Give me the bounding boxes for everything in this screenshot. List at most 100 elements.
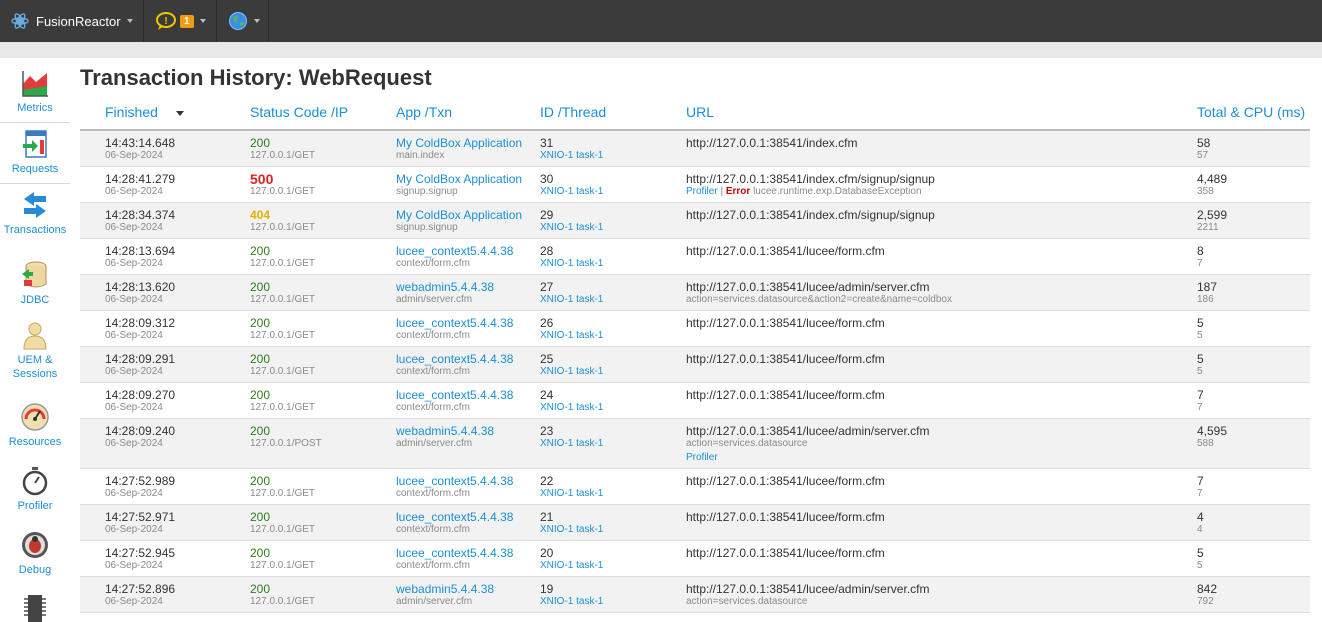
total-ms: 4,595 <box>1197 424 1228 438</box>
error-label[interactable]: Error <box>726 186 750 197</box>
column-header-status[interactable]: Status Code /IP <box>250 104 348 120</box>
cpu-ms: 7 <box>1197 488 1203 499</box>
thread-link[interactable]: XNIO-1 task-1 <box>540 330 603 342</box>
thread-link[interactable]: XNIO-1 task-1 <box>540 402 603 414</box>
app-link[interactable]: lucee_context5.4.4.38 <box>396 353 513 366</box>
thread-link[interactable]: XNIO-1 task-1 <box>540 186 603 198</box>
app-link[interactable]: lucee_context5.4.4.38 <box>396 317 513 330</box>
table-row[interactable]: 14:28:09.270 06-Sep-2024 200 127.0.0.1/GET l… <box>80 383 1310 419</box>
id-cell: 24 XNIO-1 task-1 <box>540 389 603 414</box>
column-header-url[interactable]: URL <box>686 104 714 120</box>
app-link[interactable]: My ColdBox Application <box>396 137 522 150</box>
finished-cell: 14:28:09.291 06-Sep-2024 <box>105 353 175 378</box>
app-link[interactable]: lucee_context5.4.4.38 <box>396 389 513 402</box>
sidebar-item-jdbc[interactable]: JDBC <box>0 260 70 316</box>
finished-date: 06-Sep-2024 <box>105 294 163 305</box>
thread-link[interactable]: XNIO-1 task-1 <box>540 294 603 306</box>
finished-time: 14:28:13.620 <box>105 280 176 294</box>
fusionreactor-logo-icon <box>11 13 29 29</box>
total-ms: 5 <box>1197 352 1204 366</box>
app-link[interactable]: webadmin5.4.4.38 <box>396 583 494 596</box>
table-row[interactable]: 14:28:09.240 06-Sep-2024 200 127.0.0.1/POST… <box>80 419 1310 469</box>
transaction-id: 27 <box>540 280 554 294</box>
thread-link[interactable]: XNIO-1 task-1 <box>540 596 603 608</box>
total-cell: 87 <box>1197 245 1204 270</box>
thread-link[interactable]: XNIO-1 task-1 <box>540 150 603 162</box>
transaction-id: 26 <box>540 316 554 330</box>
error-text: lucee.runtime.exp.DatabaseException <box>750 186 922 197</box>
svg-text:!: ! <box>164 16 167 27</box>
table-row[interactable]: 14:28:34.374 06-Sep-2024 404 127.0.0.1/GET M… <box>80 203 1310 239</box>
total-ms: 58 <box>1197 136 1211 150</box>
app-link[interactable]: My ColdBox Application <box>396 173 522 186</box>
column-header-app[interactable]: App /Txn <box>396 104 452 120</box>
table-row[interactable]: 14:27:52.971 06-Sep-2024 200 127.0.0.1/GET l… <box>80 505 1310 541</box>
finished-cell: 14:27:52.971 06-Sep-2024 <box>105 511 175 536</box>
app-link[interactable]: webadmin5.4.4.38 <box>396 281 494 294</box>
finished-cell: 14:27:52.945 06-Sep-2024 <box>105 547 175 572</box>
status-cell: 200 127.0.0.1/GET <box>250 511 315 536</box>
finished-date: 06-Sep-2024 <box>105 330 163 341</box>
app-link[interactable]: lucee_context5.4.4.38 <box>396 511 513 524</box>
thread-link[interactable]: XNIO-1 task-1 <box>540 438 603 450</box>
status-ip-method: 127.0.0.1/GET <box>250 402 316 413</box>
profiler-link[interactable]: Profiler <box>686 452 929 464</box>
status-code: 200 <box>250 546 271 560</box>
column-header-id[interactable]: ID /Thread <box>540 104 606 120</box>
table-row[interactable]: 14:43:14.648 06-Sep-2024 200 127.0.0.1/GET M… <box>80 131 1310 167</box>
thread-link[interactable]: XNIO-1 task-1 <box>540 488 603 500</box>
table-row[interactable]: 14:27:52.896 06-Sep-2024 200 127.0.0.1/GET w… <box>80 577 1310 613</box>
url-params: action=services.datasource <box>686 596 808 607</box>
notifications-menu[interactable]: ! 1 <box>155 0 206 42</box>
profiler-link[interactable]: Profiler <box>686 186 718 197</box>
table-row[interactable]: 14:28:13.694 06-Sep-2024 200 127.0.0.1/GET l… <box>80 239 1310 275</box>
finished-time: 14:28:09.270 <box>105 388 176 402</box>
app-link[interactable]: lucee_context5.4.4.38 <box>396 245 513 258</box>
cpu-ms: 5 <box>1197 560 1203 571</box>
sidebar-item-profiler[interactable]: Profiler <box>0 466 70 522</box>
finished-cell: 14:28:09.312 06-Sep-2024 <box>105 317 175 342</box>
thread-link[interactable]: XNIO-1 task-1 <box>540 524 603 536</box>
app-link[interactable]: webadmin5.4.4.38 <box>396 425 494 438</box>
app-link[interactable]: lucee_context5.4.4.38 <box>396 547 513 560</box>
app-link[interactable]: lucee_context5.4.4.38 <box>396 475 513 488</box>
table-row[interactable]: 14:27:52.989 06-Sep-2024 200 127.0.0.1/GET l… <box>80 469 1310 505</box>
transaction-id: 25 <box>540 352 554 366</box>
sidebar-item-chip[interactable] <box>0 592 70 622</box>
total-cell: 4,489 358 <box>1197 173 1227 198</box>
sidebar-item-transactions[interactable]: Transactions <box>0 190 70 246</box>
thread-link[interactable]: XNIO-1 task-1 <box>540 222 603 234</box>
url-cell: http://127.0.0.1:38541/index.cfm/signup/… <box>686 173 935 198</box>
finished-time: 14:28:34.374 <box>105 208 176 222</box>
toolbar-spacer <box>0 42 1322 58</box>
column-header-finished[interactable]: Finished <box>105 104 184 120</box>
id-cell: 22 XNIO-1 task-1 <box>540 475 603 500</box>
sidebar-item-debug[interactable]: Debug <box>0 530 70 586</box>
cpu-ms: 7 <box>1197 402 1203 413</box>
url-cell: http://127.0.0.1:38541/lucee/form.cfm <box>686 389 885 402</box>
app-cell: lucee_context5.4.4.38 context/form.cfm <box>396 475 513 500</box>
table-row[interactable]: 14:28:09.312 06-Sep-2024 200 127.0.0.1/GET l… <box>80 311 1310 347</box>
globe-menu[interactable] <box>228 0 260 42</box>
transaction-id: 29 <box>540 208 554 222</box>
table-row[interactable]: 14:28:09.291 06-Sep-2024 200 127.0.0.1/GET l… <box>80 347 1310 383</box>
chevron-down-icon <box>199 19 206 23</box>
table-row[interactable]: 14:28:13.620 06-Sep-2024 200 127.0.0.1/GET w… <box>80 275 1310 311</box>
table-row[interactable]: 14:27:52.945 06-Sep-2024 200 127.0.0.1/GET l… <box>80 541 1310 577</box>
sidebar-item-uem-sessions[interactable]: UEM & Sessions <box>0 320 70 390</box>
sidebar-item-requests[interactable]: Requests <box>0 122 70 184</box>
column-header-total[interactable]: Total & CPU (ms) <box>1197 104 1305 120</box>
thread-link[interactable]: XNIO-1 task-1 <box>540 560 603 572</box>
sidebar-item-metrics[interactable]: Metrics <box>0 68 70 124</box>
txn-name: admin/server.cfm <box>396 438 473 449</box>
stopwatch-icon <box>22 467 48 496</box>
thread-link[interactable]: XNIO-1 task-1 <box>540 258 603 270</box>
thread-link[interactable]: XNIO-1 task-1 <box>540 366 603 378</box>
sidebar-item-resources[interactable]: Resources <box>0 402 70 458</box>
finished-time: 14:28:13.694 <box>105 244 176 258</box>
url-cell: http://127.0.0.1:38541/index.cfm <box>686 137 857 150</box>
table-row[interactable]: 14:28:41.279 06-Sep-2024 500 127.0.0.1/GET M… <box>80 167 1310 203</box>
app-link[interactable]: My ColdBox Application <box>396 209 522 222</box>
request-url: http://127.0.0.1:38541/lucee/form.cfm <box>686 316 885 330</box>
brand-menu[interactable]: FusionReactor <box>10 0 133 42</box>
